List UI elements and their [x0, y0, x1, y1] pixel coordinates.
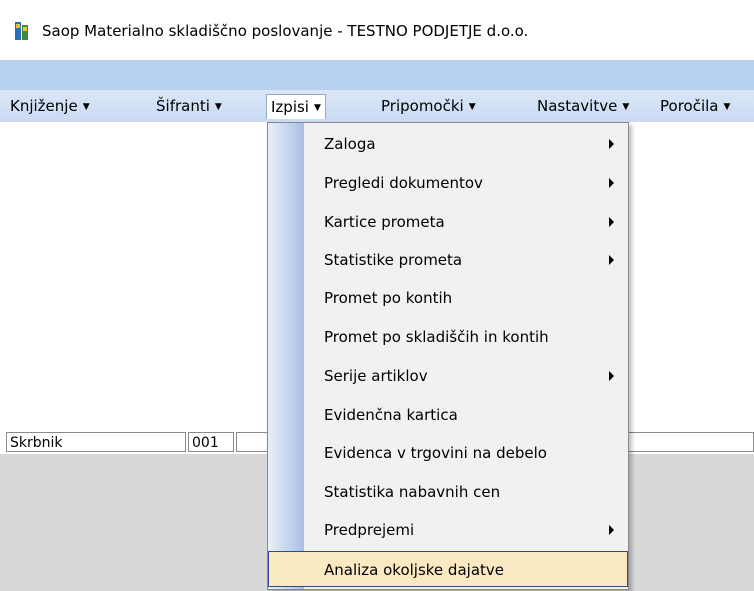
dropdown-arrow-icon: ▼	[82, 102, 90, 112]
menu-item-zaloga[interactable]: Zaloga	[268, 126, 628, 162]
menu-item-evidencna-kartica[interactable]: Evidenčna kartica	[268, 397, 628, 433]
submenu-arrow-icon	[609, 217, 614, 227]
saop-app-icon	[15, 22, 28, 40]
menu-item-promet-po-kontih[interactable]: Promet po kontih	[268, 280, 628, 316]
submenu-arrow-icon	[609, 255, 614, 265]
menu-item-label: Analiza okoljske dajatve	[324, 561, 504, 579]
menu-sifranti[interactable]: Šifranti ▼	[152, 94, 226, 118]
status-user-field: Skrbnik	[6, 432, 186, 452]
menu-item-label: Serije artiklov	[324, 367, 428, 385]
menu-porocila[interactable]: Poročila ▼	[656, 94, 734, 118]
menu-item-label: Evidenca v trgovini na debelo	[324, 444, 547, 462]
submenu-arrow-icon	[609, 178, 614, 188]
menu-label: Šifranti	[156, 97, 210, 115]
submenu-arrow-icon	[609, 525, 614, 535]
menu-item-analiza-okoljske-dajatve[interactable]: Analiza okoljske dajatve	[268, 551, 628, 587]
dropdown-arrow-icon: ▼	[723, 102, 731, 112]
menu-label: Izpisi	[271, 98, 309, 116]
menu-item-label: Pregledi dokumentov	[324, 174, 483, 192]
menu-izpisi[interactable]: Izpisi ▼	[266, 94, 326, 119]
menu-item-predprejemi[interactable]: Predprejemi	[268, 512, 628, 548]
menu-item-label: Zaloga	[324, 135, 376, 153]
ribbon-band	[0, 60, 754, 90]
menu-item-kartice-prometa[interactable]: Kartice prometa	[268, 204, 628, 240]
menu-item-label: Kartice prometa	[324, 213, 445, 231]
title-bar: Saop Materialno skladiščno poslovanje - …	[0, 0, 754, 60]
menu-label: Poročila	[660, 97, 719, 115]
menu-item-label: Promet po skladiščih in kontih	[324, 328, 549, 346]
menu-item-statistika-nabavnih-cen[interactable]: Statistika nabavnih cen	[268, 474, 628, 510]
window-title: Saop Materialno skladiščno poslovanje - …	[42, 22, 529, 40]
dropdown-arrow-icon: ▼	[622, 102, 630, 112]
menu-item-statistike-prometa[interactable]: Statistike prometa	[268, 242, 628, 278]
menu-item-label: Promet po kontih	[324, 289, 453, 307]
dropdown-arrow-icon: ▼	[468, 102, 476, 112]
submenu-arrow-icon	[609, 139, 614, 149]
menu-item-promet-po-skladiscih[interactable]: Promet po skladiščih in kontih	[268, 319, 628, 355]
izpisi-dropdown-menu: Zaloga Pregledi dokumentov Kartice prome…	[267, 122, 629, 590]
menu-nastavitve[interactable]: Nastavitve ▼	[533, 94, 633, 118]
menu-item-serije-artiklov[interactable]: Serije artiklov	[268, 358, 628, 394]
menu-item-label: Statistike prometa	[324, 251, 463, 269]
menu-item-evidenca-trgovina[interactable]: Evidenca v trgovini na debelo	[268, 435, 628, 471]
menu-pripomocki[interactable]: Pripomočki ▼	[377, 94, 480, 118]
menu-label: Nastavitve	[537, 97, 618, 115]
status-code-field: 001	[188, 432, 234, 452]
menu-item-pregledi-dokumentov[interactable]: Pregledi dokumentov	[268, 165, 628, 201]
dropdown-arrow-icon: ▼	[214, 102, 222, 112]
menu-item-label: Predprejemi	[324, 521, 415, 539]
menu-bar: Knjiženje ▼ Šifranti ▼ Izpisi ▼ Pripomočki ▼…	[0, 90, 754, 122]
menu-item-label: Evidenčna kartica	[324, 406, 458, 424]
menu-label: Pripomočki	[381, 97, 464, 115]
submenu-arrow-icon	[609, 371, 614, 381]
dropdown-arrow-icon: ▼	[313, 103, 321, 113]
menu-item-label: Statistika nabavnih cen	[324, 483, 501, 501]
menu-knjizenje[interactable]: Knjiženje ▼	[6, 94, 94, 118]
menu-label: Knjiženje	[10, 97, 78, 115]
